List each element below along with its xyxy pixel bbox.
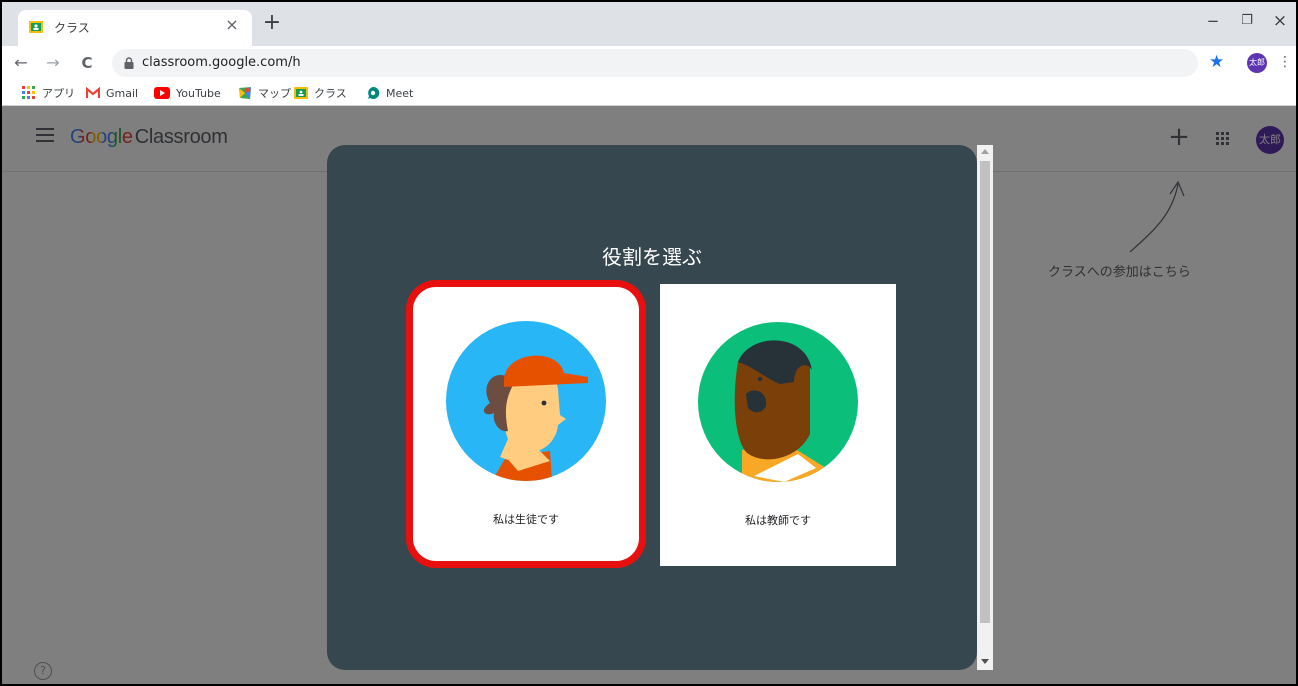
bookmark-label: マップ: [258, 87, 291, 100]
bookmark-label: Gmail: [106, 86, 139, 100]
profile-avatar[interactable]: 太郎: [1247, 53, 1267, 73]
minimize-button[interactable]: −: [1201, 11, 1225, 31]
url-text: classroom.google.com/h: [142, 55, 301, 70]
bookmark-label: クラス: [314, 87, 347, 100]
student-icon: [483, 355, 588, 481]
browser-tab[interactable]: クラス ×: [18, 10, 252, 46]
student-illustration: [446, 321, 606, 481]
classroom-favicon-icon: [29, 21, 43, 33]
bookmark-maps[interactable]: マップ: [238, 85, 291, 101]
gmail-icon: [86, 87, 100, 98]
bookmark-label: Meet: [386, 86, 414, 100]
new-tab-button[interactable]: +: [260, 12, 284, 34]
teacher-illustration: [698, 322, 858, 482]
bookmark-label: YouTube: [176, 86, 221, 100]
youtube-icon: [154, 87, 170, 99]
bookmark-label: アプリ: [42, 87, 75, 100]
teacher-role-label: 私は教師です: [745, 514, 811, 527]
student-role-card[interactable]: 私は生徒です: [406, 280, 646, 568]
bookmarks-bar: アプリ Gmail YouTube マップ クラス Meet: [2, 80, 1296, 106]
restore-button[interactable]: ❐: [1235, 11, 1259, 31]
forward-button[interactable]: →: [42, 52, 64, 74]
scroll-down-arrow-icon[interactable]: [981, 659, 989, 664]
reload-button[interactable]: C: [76, 52, 98, 74]
back-button[interactable]: ←: [10, 52, 32, 74]
classroom-icon: [294, 87, 308, 99]
scroll-up-arrow-icon[interactable]: [981, 149, 989, 154]
maps-icon: [239, 87, 251, 99]
tab-strip: クラス × + − ❐ ×: [2, 2, 1296, 46]
teacher-icon: [734, 340, 826, 482]
student-role-label: 私は生徒です: [493, 513, 559, 526]
bookmark-apps[interactable]: アプリ: [22, 85, 75, 101]
bookmark-gmail[interactable]: Gmail: [86, 85, 138, 101]
close-window-button[interactable]: ×: [1268, 11, 1292, 31]
address-bar[interactable]: classroom.google.com/h: [112, 49, 1198, 77]
bookmark-meet[interactable]: Meet: [366, 85, 413, 101]
browser-window: クラス × + − ❐ × ← → C classroom.google.com…: [0, 0, 1298, 686]
teacher-role-card[interactable]: 私は教師です: [660, 284, 896, 566]
tab-title: クラス: [54, 21, 90, 35]
dialog-title: 役割を選ぶ: [602, 245, 702, 269]
browser-menu-button[interactable]: ⋮: [1278, 52, 1292, 72]
apps-grid-icon: [22, 86, 35, 99]
scroll-thumb[interactable]: [980, 161, 990, 623]
bookmark-classroom[interactable]: クラス: [294, 85, 347, 101]
address-toolbar: ← → C classroom.google.com/h ★ 太郎 ⋮: [2, 46, 1296, 80]
tab-close-button[interactable]: ×: [222, 15, 242, 34]
dialog-scrollbar[interactable]: [977, 145, 993, 670]
lock-icon: [124, 57, 134, 69]
meet-icon: [368, 86, 380, 99]
bookmark-star-icon[interactable]: ★: [1209, 52, 1224, 72]
bookmark-youtube[interactable]: YouTube: [154, 85, 221, 101]
